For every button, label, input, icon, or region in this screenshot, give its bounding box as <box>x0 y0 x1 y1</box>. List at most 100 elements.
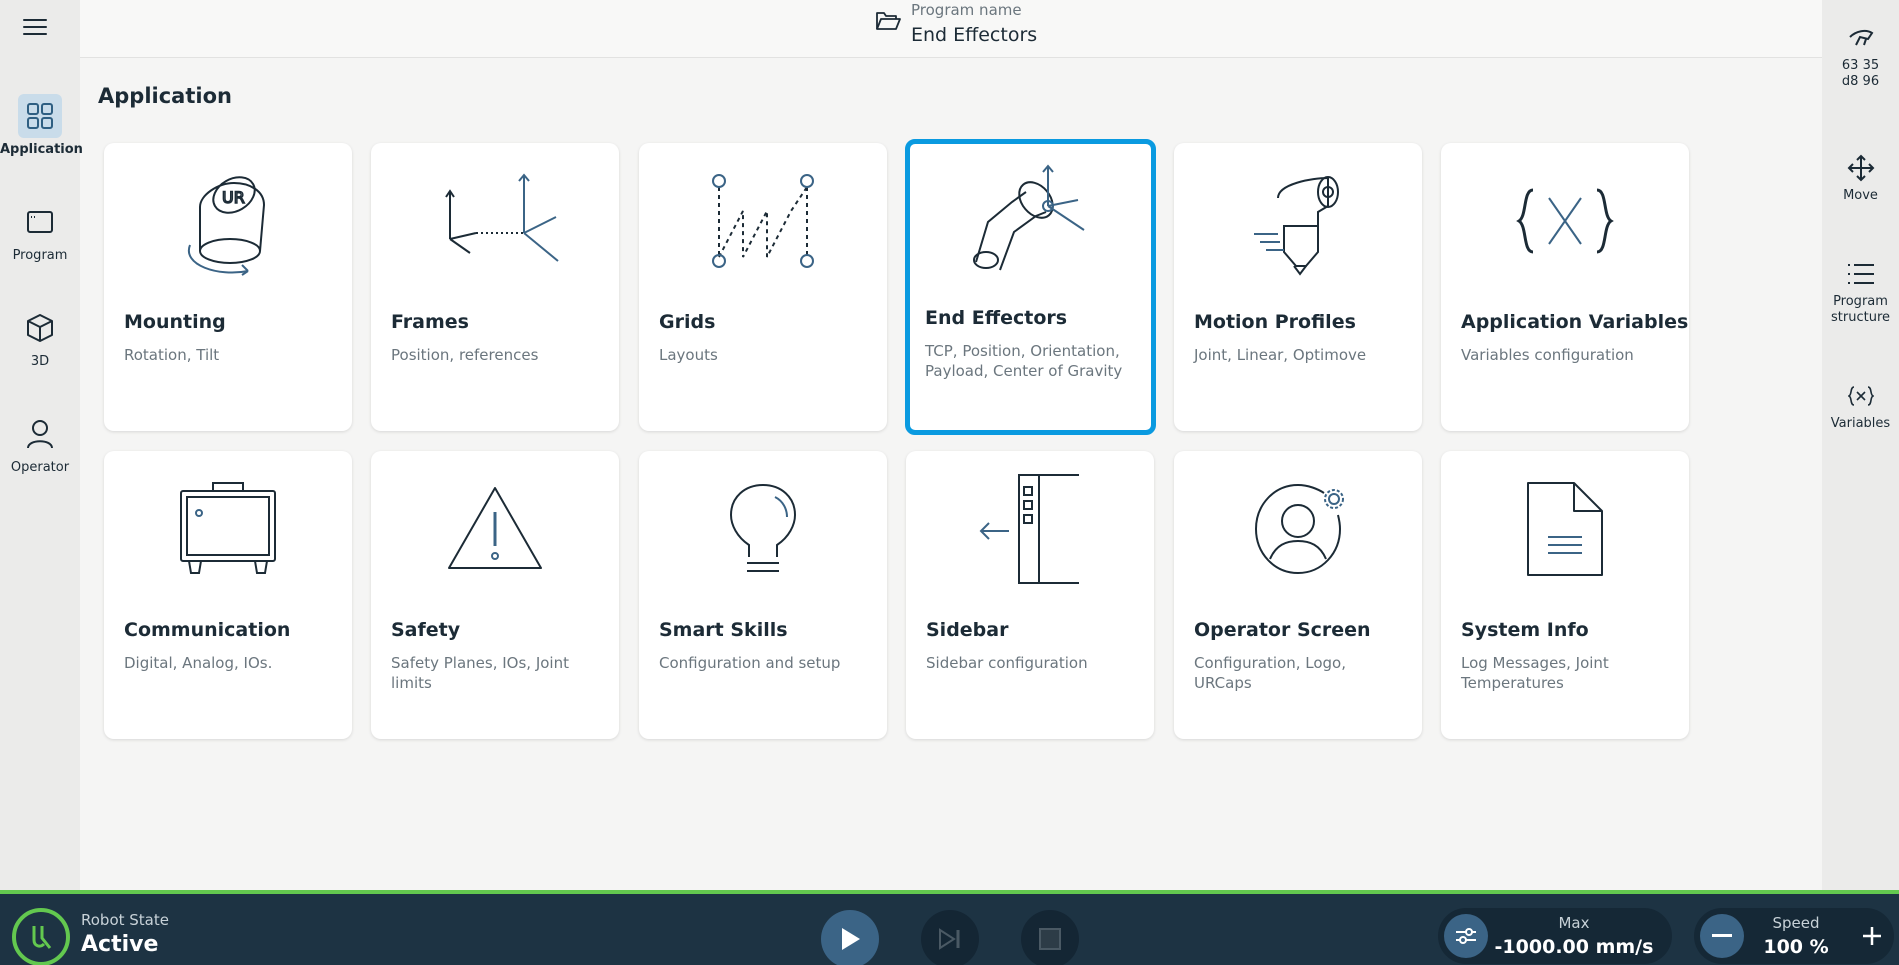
speed-control: Speed 100 % <box>1694 908 1894 964</box>
frames-icon <box>371 161 619 281</box>
card-title: Safety <box>391 619 461 641</box>
speed-label: Speed <box>1772 914 1820 932</box>
card-sidebar[interactable]: Sidebar Sidebar configuration <box>906 451 1154 739</box>
mounting-icon: UR <box>104 161 352 281</box>
card-title: Mounting <box>124 311 226 333</box>
move-button[interactable]: Move <box>1822 152 1899 204</box>
svg-text:UR: UR <box>222 188 245 207</box>
header: Program name End Effectors <box>80 0 1822 58</box>
grid-icon <box>18 94 62 138</box>
list-icon <box>1822 258 1899 290</box>
nav-label: Application <box>0 142 83 157</box>
ur-logo-icon[interactable] <box>12 908 70 965</box>
card-grids[interactable]: Grids Layouts <box>639 143 887 431</box>
card-title: End Effectors <box>925 307 1068 329</box>
card-operator-screen[interactable]: Operator Screen Configuration, Logo, URC… <box>1174 451 1422 739</box>
card-title: Smart Skills <box>659 619 788 641</box>
right-sidebar: 63 35 d8 96 Move Program structure Varia… <box>1822 0 1899 890</box>
sidebar-icon <box>906 469 1154 589</box>
page-title: Application <box>98 84 232 108</box>
card-title: Grids <box>659 311 716 333</box>
card-smart-skills[interactable]: Smart Skills Configuration and setup <box>639 451 887 739</box>
window-icon <box>18 200 62 244</box>
card-subtitle: Variables configuration <box>1461 346 1634 364</box>
plus-icon <box>1863 927 1881 945</box>
robot-state-label: Robot State <box>81 911 169 929</box>
program-structure-button[interactable]: Program structure <box>1822 258 1899 326</box>
nav-label: Program <box>12 248 68 263</box>
card-title: Frames <box>391 311 469 333</box>
play-icon <box>842 928 860 950</box>
card-safety[interactable]: Safety Safety Planes, IOs, Joint limits <box>371 451 619 739</box>
card-subtitle: Digital, Analog, IOs. <box>124 654 273 672</box>
nav-label: Operator <box>10 460 70 475</box>
stop-button[interactable] <box>1021 910 1079 965</box>
card-mounting[interactable]: UR Mounting Rotation, Tilt <box>104 143 352 431</box>
card-end-effectors[interactable]: End Effectors TCP, Position, Orientation… <box>905 139 1156 435</box>
program-name-value: End Effectors <box>911 24 1038 46</box>
card-subtitle: Sidebar configuration <box>926 654 1088 672</box>
card-title: Communication <box>124 619 291 641</box>
robot-serial-line1: 63 35 <box>1841 58 1880 73</box>
card-title: Sidebar <box>926 619 1009 641</box>
card-subtitle: Safety Planes, IOs, Joint limits <box>391 654 569 692</box>
folder-icon <box>876 12 901 30</box>
stop-icon <box>1039 928 1061 950</box>
play-button[interactable] <box>821 910 879 965</box>
robot-serial-line2: d8 96 <box>1841 74 1880 89</box>
sliders-icon <box>1456 928 1476 944</box>
card-subtitle: TCP, Position, Orientation, Payload, Cen… <box>925 342 1123 380</box>
grids-icon <box>639 161 887 281</box>
speed-increase-button[interactable] <box>1850 914 1894 958</box>
nav-3d[interactable]: 3D <box>0 300 80 386</box>
move-arrows-icon <box>1822 152 1899 184</box>
card-subtitle: Log Messages, Joint Temperatures <box>1461 654 1609 692</box>
variable-x-icon <box>1822 380 1899 412</box>
card-subtitle: Configuration and setup <box>659 654 841 672</box>
card-title: Application Variables <box>1461 311 1689 333</box>
card-subtitle: Configuration, Logo, URCaps <box>1194 654 1346 692</box>
warning-icon <box>371 469 619 589</box>
hand-wave-icon <box>1822 22 1899 54</box>
cube-icon <box>18 306 62 350</box>
document-icon <box>1441 469 1689 589</box>
card-subtitle: Layouts <box>659 346 718 364</box>
control-box-icon <box>104 469 352 589</box>
nav-application[interactable]: Application <box>0 88 83 174</box>
card-system-info[interactable]: System Info Log Messages, Joint Temperat… <box>1441 451 1689 739</box>
step-button[interactable] <box>921 910 979 965</box>
card-title: System Info <box>1461 619 1589 641</box>
minus-icon <box>1712 934 1732 937</box>
operator-settings-icon <box>1174 469 1422 589</box>
speed-decrease-button[interactable] <box>1700 914 1744 958</box>
end-effector-icon <box>910 157 1151 277</box>
nav-label: 3D <box>30 354 50 369</box>
program-structure-label: Program structure <box>1831 294 1890 325</box>
card-application-variables[interactable]: Application Variables Variables configur… <box>1441 143 1689 431</box>
card-frames[interactable]: Frames Position, references <box>371 143 619 431</box>
menu-icon[interactable] <box>20 14 50 38</box>
bottom-bar: Robot State Active Max -1000.00 mm/s Spe… <box>0 890 1899 965</box>
program-name-label: Program name <box>911 1 1022 19</box>
card-subtitle: Rotation, Tilt <box>124 346 220 364</box>
speed-value: 100 % <box>1763 936 1829 958</box>
max-speed-value: -1000.00 mm/s <box>1494 936 1654 958</box>
card-title: Motion Profiles <box>1194 311 1356 333</box>
card-subtitle: Position, references <box>391 346 539 364</box>
card-communication[interactable]: Communication Digital, Analog, IOs. <box>104 451 352 739</box>
card-subtitle: Joint, Linear, Optimove <box>1194 346 1367 364</box>
variables-label: Variables <box>1830 416 1891 431</box>
nav-operator[interactable]: Operator <box>0 406 80 492</box>
left-sidebar: Application Program 3D Operator <box>0 0 83 890</box>
variables-button[interactable]: Variables <box>1822 380 1899 432</box>
card-motion-profiles[interactable]: Motion Profiles Joint, Linear, Optimove <box>1174 143 1422 431</box>
move-label: Move <box>1843 188 1878 203</box>
lightbulb-icon <box>639 469 887 589</box>
card-title: Operator Screen <box>1194 619 1371 641</box>
robot-id-button[interactable]: 63 35 d8 96 <box>1822 22 1899 90</box>
person-icon <box>18 412 62 456</box>
nav-program[interactable]: Program <box>0 194 80 280</box>
speed-settings-button[interactable] <box>1444 914 1488 958</box>
robot-state-value: Active <box>81 932 159 957</box>
motion-profile-icon <box>1174 161 1422 281</box>
